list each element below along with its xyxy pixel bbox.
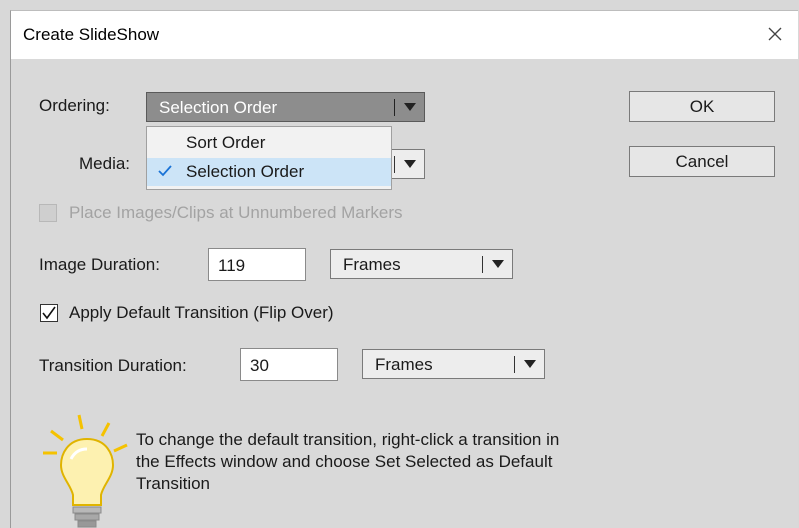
place-markers-checkbox[interactable] bbox=[39, 204, 57, 222]
chevron-down-icon bbox=[492, 260, 504, 268]
chevron-down-icon bbox=[404, 160, 416, 168]
lightbulb-icon bbox=[43, 414, 128, 528]
place-markers-label: Place Images/Clips at Unnumbered Markers bbox=[69, 203, 403, 222]
ok-button[interactable]: OK bbox=[629, 91, 775, 122]
transition-duration-input[interactable]: 30 bbox=[240, 348, 338, 381]
ordering-select[interactable]: Selection Order bbox=[146, 92, 425, 122]
chevron-down-icon bbox=[404, 103, 416, 111]
apply-transition-label: Apply Default Transition (Flip Over) bbox=[69, 303, 334, 322]
close-icon bbox=[768, 27, 782, 41]
checkmark-icon bbox=[42, 306, 56, 320]
tip-text: To change the default transition, right-… bbox=[136, 430, 560, 493]
image-duration-input[interactable]: 119 bbox=[208, 248, 306, 281]
dialog-title: Create SlideShow bbox=[23, 25, 160, 44]
ordering-dropdown-list: Sort Order Selection Order bbox=[146, 126, 392, 190]
checkmark-icon bbox=[158, 165, 172, 177]
cancel-button[interactable]: Cancel bbox=[629, 146, 775, 177]
ordering-option-selection-order[interactable]: Selection Order bbox=[147, 158, 391, 186]
create-slideshow-dialog: Create SlideShow Ordering: Selection Ord… bbox=[10, 10, 798, 528]
title-bar: Create SlideShow bbox=[11, 11, 798, 59]
chevron-down-icon bbox=[524, 360, 536, 368]
image-duration-unit-select[interactable]: Frames bbox=[330, 249, 513, 279]
media-label: Media: bbox=[79, 154, 131, 173]
transition-duration-unit-select[interactable]: Frames bbox=[362, 349, 545, 379]
ordering-option-sort-order[interactable]: Sort Order bbox=[147, 129, 391, 157]
transition-duration-label: Transition Duration: bbox=[39, 356, 187, 375]
apply-transition-checkbox[interactable] bbox=[40, 304, 58, 322]
close-button[interactable] bbox=[762, 21, 788, 47]
ordering-selected-value: Selection Order bbox=[159, 98, 278, 117]
ordering-label: Ordering: bbox=[39, 96, 110, 115]
image-duration-label: Image Duration: bbox=[39, 255, 160, 274]
